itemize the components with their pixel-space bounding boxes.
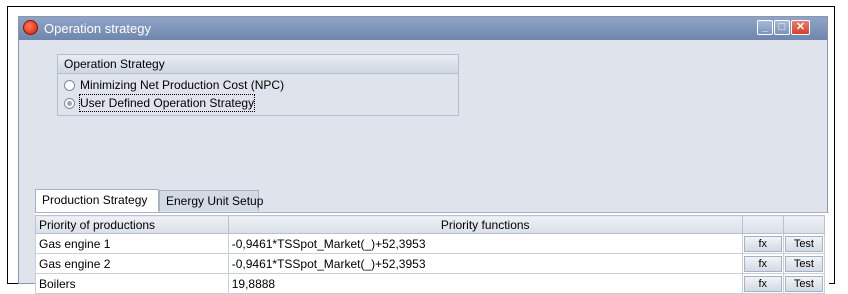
column-header-priority-functions[interactable]: Priority functions [227, 215, 743, 234]
minimize-button[interactable]: _ [757, 20, 773, 35]
priority-function-cell[interactable]: -0,9461*TSSpot_Market(_)+52,3953 [227, 233, 743, 254]
title-bar[interactable]: Operation strategy _ □ ✕ [19, 17, 827, 40]
production-name-cell[interactable]: Gas engine 1 [35, 233, 229, 254]
window-title: Operation strategy [44, 21, 151, 36]
test-button[interactable]: Test [784, 235, 823, 252]
fx-button[interactable]: fx [743, 235, 782, 252]
fx-button[interactable]: fx [743, 255, 782, 272]
radio-option-npc[interactable]: Minimizing Net Production Cost (NPC) [64, 77, 284, 93]
tab-production-strategy[interactable]: Production Strategy [35, 189, 159, 212]
app-logo-icon [23, 20, 38, 35]
tab-energy-unit-setup[interactable]: Energy Unit Setup [159, 190, 263, 211]
priority-table-panel: Priority of productions Priority functio… [35, 212, 829, 294]
table-header-row: Priority of productions Priority functio… [35, 215, 826, 234]
maximize-button[interactable]: □ [774, 20, 790, 35]
radio-button-checked-icon[interactable] [64, 98, 75, 109]
operation-strategy-window: Operation strategy _ □ ✕ Operation Strat… [18, 16, 829, 294]
table-row[interactable]: Gas engine 2 -0,9461*TSSpot_Market(_)+52… [35, 253, 826, 274]
priority-table: Priority of productions Priority functio… [35, 215, 826, 294]
column-header-fx [741, 215, 784, 234]
test-button[interactable]: Test [784, 255, 823, 272]
operation-strategy-group: Operation Strategy Minimizing Net Produc… [57, 54, 459, 116]
radio-option-user-defined[interactable]: User Defined Operation Strategy [64, 94, 256, 112]
priority-function-cell[interactable]: -0,9461*TSSpot_Market(_)+52,3953 [227, 253, 743, 274]
radio-label: Minimizing Net Production Cost (NPC) [80, 78, 285, 92]
radio-button-icon[interactable] [64, 80, 75, 91]
table-row[interactable]: Gas engine 1 -0,9461*TSSpot_Market(_)+52… [35, 233, 826, 254]
close-button[interactable]: ✕ [791, 20, 810, 35]
group-header: Operation Strategy [58, 55, 458, 74]
radio-label: User Defined Operation Strategy [78, 94, 256, 112]
production-name-cell[interactable]: Gas engine 2 [35, 253, 229, 274]
column-header-priority-of-productions[interactable]: Priority of productions [35, 215, 229, 234]
column-header-test [782, 215, 826, 234]
window-content: Operation Strategy Minimizing Net Produc… [19, 40, 829, 294]
